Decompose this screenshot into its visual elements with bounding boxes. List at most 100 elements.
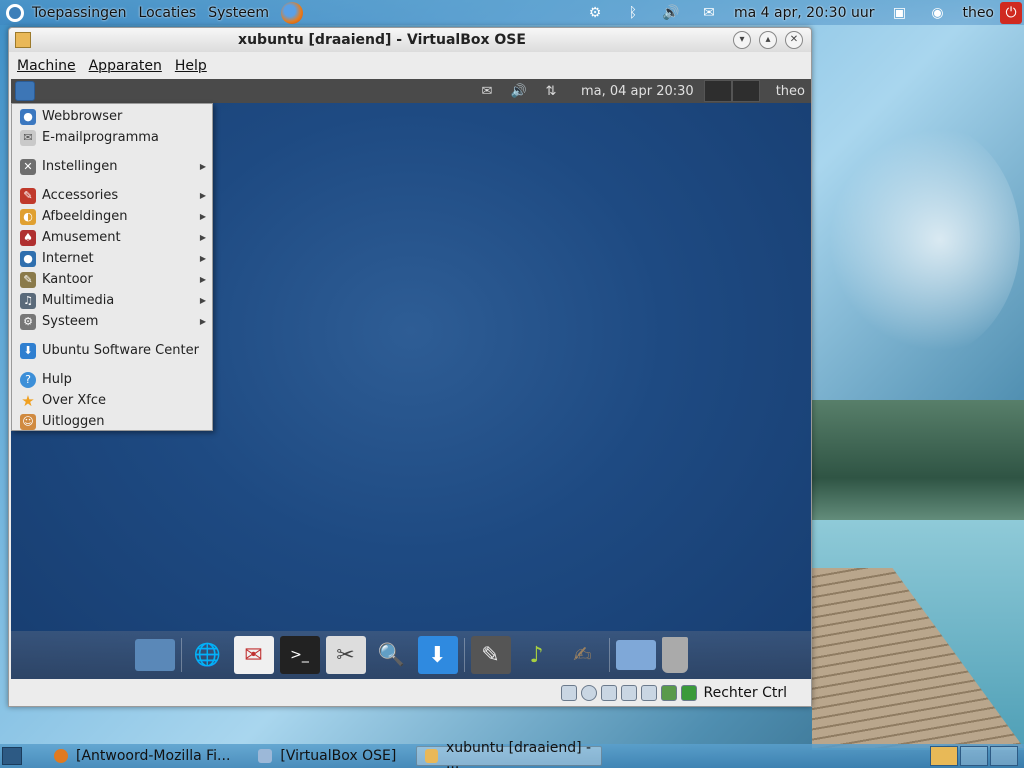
user-switch-icon[interactable]: ◉ bbox=[928, 5, 946, 21]
host-key-label: Rechter Ctrl bbox=[703, 684, 787, 701]
guest-screen[interactable]: ✉ 🔊 ⇅ ma, 04 apr 20:30 theo ● Webbrowser… bbox=[11, 79, 811, 679]
music-player-icon[interactable]: ♪ bbox=[517, 636, 557, 674]
games-icon: ♠ bbox=[20, 229, 36, 246]
guest-workspace-1[interactable] bbox=[703, 80, 732, 102]
menu-item-label: Afbeeldingen bbox=[42, 209, 128, 224]
graphics-icon: ◐ bbox=[20, 208, 36, 225]
vbox-titlebar[interactable]: xubuntu [draaiend] - VirtualBox OSE ▾ ▴ … bbox=[9, 28, 811, 52]
internet-icon: ● bbox=[20, 250, 36, 267]
host-clock[interactable]: ma 4 apr, 20:30 uur bbox=[734, 5, 874, 21]
menu-item-multimedia[interactable]: ♫ Multimedia ▶ bbox=[12, 290, 212, 311]
menu-item-systeem[interactable]: ⚙ Systeem ▶ bbox=[12, 311, 212, 332]
menu-item-email[interactable]: ✉ E-mailprogramma bbox=[12, 127, 212, 148]
menu-item-label: E-mailprogramma bbox=[42, 130, 159, 145]
menu-machine[interactable]: Machine bbox=[17, 58, 76, 74]
gimp-icon[interactable]: ✍ bbox=[563, 636, 603, 674]
firefox-launcher-icon[interactable] bbox=[281, 1, 304, 24]
settings-manager-icon[interactable]: ✂ bbox=[325, 636, 366, 674]
search-icon[interactable]: 🔍 bbox=[372, 636, 412, 674]
workspace-1[interactable] bbox=[930, 746, 958, 766]
task-xubuntu-vm[interactable]: xubuntu [draaiend] - ... bbox=[416, 740, 603, 768]
guest-dock: 🌐 ✉ >_ ✂ 🔍 ⬇ ✎ ♪ ✍ bbox=[11, 631, 811, 679]
menu-item-hulp[interactable]: ? Hulp bbox=[12, 369, 212, 390]
vbox-menubar: Machine Apparaten Help bbox=[9, 52, 811, 79]
task-firefox[interactable]: [Antwoord-Mozilla Fi... bbox=[46, 746, 238, 766]
network-icon[interactable]: ⚙ bbox=[586, 5, 604, 21]
menu-item-label: Ubuntu Software Center bbox=[42, 343, 199, 358]
mouse-integration-icon[interactable] bbox=[661, 684, 678, 701]
logout-icon: ☺ bbox=[20, 413, 36, 430]
guest-clock[interactable]: ma, 04 apr 20:30 bbox=[581, 84, 694, 99]
ubuntu-logo-icon[interactable] bbox=[6, 3, 24, 22]
maximize-button[interactable]: ▴ bbox=[759, 31, 777, 49]
guest-workspace-2[interactable] bbox=[731, 80, 760, 102]
menu-item-amusement[interactable]: ♠ Amusement ▶ bbox=[12, 227, 212, 248]
chevron-right-icon: ▶ bbox=[199, 296, 206, 305]
guest-volume-icon[interactable]: 🔊 bbox=[509, 84, 529, 99]
software-download-icon[interactable]: ⬇ bbox=[417, 636, 458, 674]
bluetooth-icon[interactable]: ᛒ bbox=[624, 5, 642, 21]
mail-indicator-icon[interactable]: ✉ bbox=[700, 5, 718, 21]
guest-mail-icon[interactable]: ✉ bbox=[477, 84, 497, 99]
menu-item-internet[interactable]: ● Internet ▶ bbox=[12, 248, 212, 269]
menu-item-webbrowser[interactable]: ● Webbrowser bbox=[12, 106, 212, 127]
minimize-button[interactable]: ▾ bbox=[733, 31, 751, 49]
menu-item-label: Uitloggen bbox=[42, 414, 105, 429]
menu-item-software-center[interactable]: ⬇ Ubuntu Software Center bbox=[12, 340, 212, 361]
guest-tray: ✉ 🔊 ⇅ ma, 04 apr 20:30 theo bbox=[471, 79, 811, 103]
volume-icon[interactable]: 🔊 bbox=[662, 5, 680, 21]
xfce-menu-button[interactable] bbox=[15, 81, 35, 101]
menu-apparaten[interactable]: Apparaten bbox=[89, 58, 162, 74]
chevron-right-icon: ▶ bbox=[199, 233, 206, 242]
menu-systeem[interactable]: Systeem bbox=[208, 5, 269, 21]
virtualbox-icon bbox=[258, 749, 273, 763]
menu-toepassingen[interactable]: Toepassingen bbox=[32, 5, 127, 21]
workspace-2[interactable] bbox=[960, 746, 988, 766]
virtualbox-vm-icon bbox=[425, 749, 438, 763]
chevron-right-icon: ▶ bbox=[199, 162, 206, 171]
web-browser-icon[interactable]: 🌐 bbox=[188, 636, 228, 674]
guest-user-name[interactable]: theo bbox=[776, 84, 805, 99]
close-button[interactable]: ✕ bbox=[785, 31, 803, 49]
optical-drive-icon[interactable] bbox=[581, 684, 598, 701]
display-icon[interactable]: ▣ bbox=[890, 5, 908, 21]
virtualbox-app-icon[interactable] bbox=[15, 32, 31, 48]
show-desktop-icon[interactable] bbox=[134, 639, 175, 671]
show-desktop-button[interactable] bbox=[2, 747, 22, 765]
power-icon[interactable]: ⏻ bbox=[1000, 1, 1022, 24]
chevron-right-icon: ▶ bbox=[199, 317, 206, 326]
guest-network-icon[interactable]: ⇅ bbox=[541, 84, 561, 99]
menu-item-accessories[interactable]: ✎ Accessories ▶ bbox=[12, 185, 212, 206]
trash-icon[interactable] bbox=[661, 637, 688, 673]
help-icon: ? bbox=[20, 371, 36, 388]
usb-icon[interactable] bbox=[621, 684, 638, 701]
guest-top-panel: ✉ 🔊 ⇅ ma, 04 apr 20:30 theo bbox=[11, 79, 811, 103]
hard-disk-icon[interactable] bbox=[561, 684, 578, 701]
menu-item-label: Hulp bbox=[42, 372, 72, 387]
menu-help[interactable]: Help bbox=[175, 58, 207, 74]
host-user-name[interactable]: theo bbox=[962, 5, 994, 21]
text-editor-icon[interactable]: ✎ bbox=[470, 636, 511, 674]
menu-item-uitloggen[interactable]: ☺ Uitloggen bbox=[12, 411, 212, 432]
menu-item-instellingen[interactable]: ✕ Instellingen ▶ bbox=[12, 156, 212, 177]
mail-client-icon[interactable]: ✉ bbox=[233, 636, 274, 674]
menu-locaties[interactable]: Locaties bbox=[139, 5, 197, 21]
menu-item-label: Amusement bbox=[42, 230, 121, 245]
terminal-icon[interactable]: >_ bbox=[279, 636, 320, 674]
virtualbox-window: xubuntu [draaiend] - VirtualBox OSE ▾ ▴ … bbox=[8, 27, 812, 707]
menu-item-afbeeldingen[interactable]: ◐ Afbeeldingen ▶ bbox=[12, 206, 212, 227]
software-center-icon: ⬇ bbox=[20, 342, 36, 359]
network-adapter-icon[interactable] bbox=[601, 684, 618, 701]
file-manager-icon[interactable] bbox=[615, 640, 656, 670]
task-label: [Antwoord-Mozilla Fi... bbox=[76, 748, 231, 764]
keyboard-capture-icon[interactable] bbox=[681, 684, 698, 701]
task-virtualbox-manager[interactable]: [VirtualBox OSE] bbox=[250, 746, 404, 766]
system-icon: ⚙ bbox=[20, 313, 36, 330]
menu-item-kantoor[interactable]: ✎ Kantoor ▶ bbox=[12, 269, 212, 290]
shared-folders-icon[interactable] bbox=[641, 684, 658, 701]
host-main-menu: Toepassingen Locaties Systeem bbox=[32, 5, 281, 21]
menu-item-over-xfce[interactable]: ★ Over Xfce bbox=[12, 390, 212, 411]
task-label: xubuntu [draaiend] - ... bbox=[445, 740, 592, 768]
mail-icon: ✉ bbox=[20, 129, 36, 146]
workspace-3[interactable] bbox=[990, 746, 1018, 766]
